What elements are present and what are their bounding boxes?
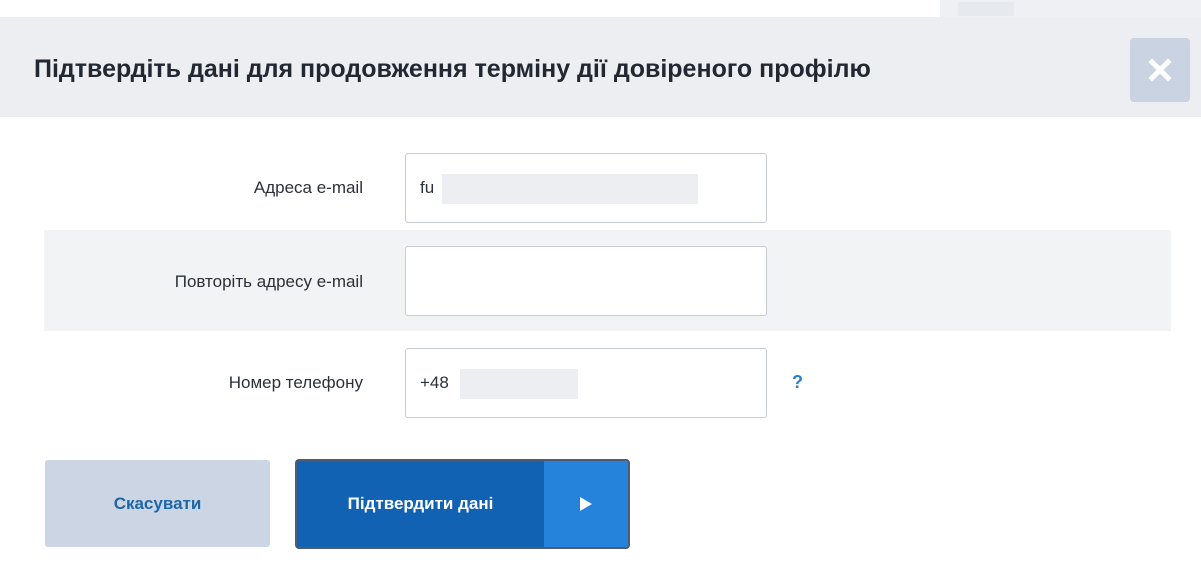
phone-input[interactable]: +48 [405, 348, 767, 418]
email-input[interactable]: fu [405, 153, 767, 223]
close-button[interactable] [1130, 38, 1190, 102]
phone-value: +48 [420, 373, 449, 392]
background-page-fragment [940, 0, 1201, 17]
dialog-header: Підтвердіть дані для продовження терміну… [0, 17, 1201, 117]
email-value: fu [420, 178, 435, 197]
email-repeat-label: Повторіть адресу e-mail [174, 272, 363, 291]
phone-help-link[interactable]: ? [792, 372, 803, 393]
phone-label: Номер телефону [228, 373, 363, 392]
background-element [958, 2, 1014, 16]
cancel-button[interactable]: Скасувати [45, 460, 270, 547]
play-arrow-icon [580, 497, 592, 511]
confirm-arrow-zone [544, 461, 628, 547]
page: Підтвердіть дані для продовження терміну… [0, 0, 1201, 578]
dialog-title: Підтвердіть дані для продовження терміну… [34, 55, 871, 83]
close-icon [1148, 58, 1172, 82]
email-repeat-input[interactable] [405, 246, 767, 316]
redacted-phone-mask [460, 369, 578, 399]
email-label: Адреса e-mail [253, 178, 363, 197]
confirm-button[interactable]: Підтвердити дані [295, 459, 630, 549]
redacted-email-mask [442, 174, 698, 204]
confirm-button-label: Підтвердити дані [347, 494, 494, 513]
